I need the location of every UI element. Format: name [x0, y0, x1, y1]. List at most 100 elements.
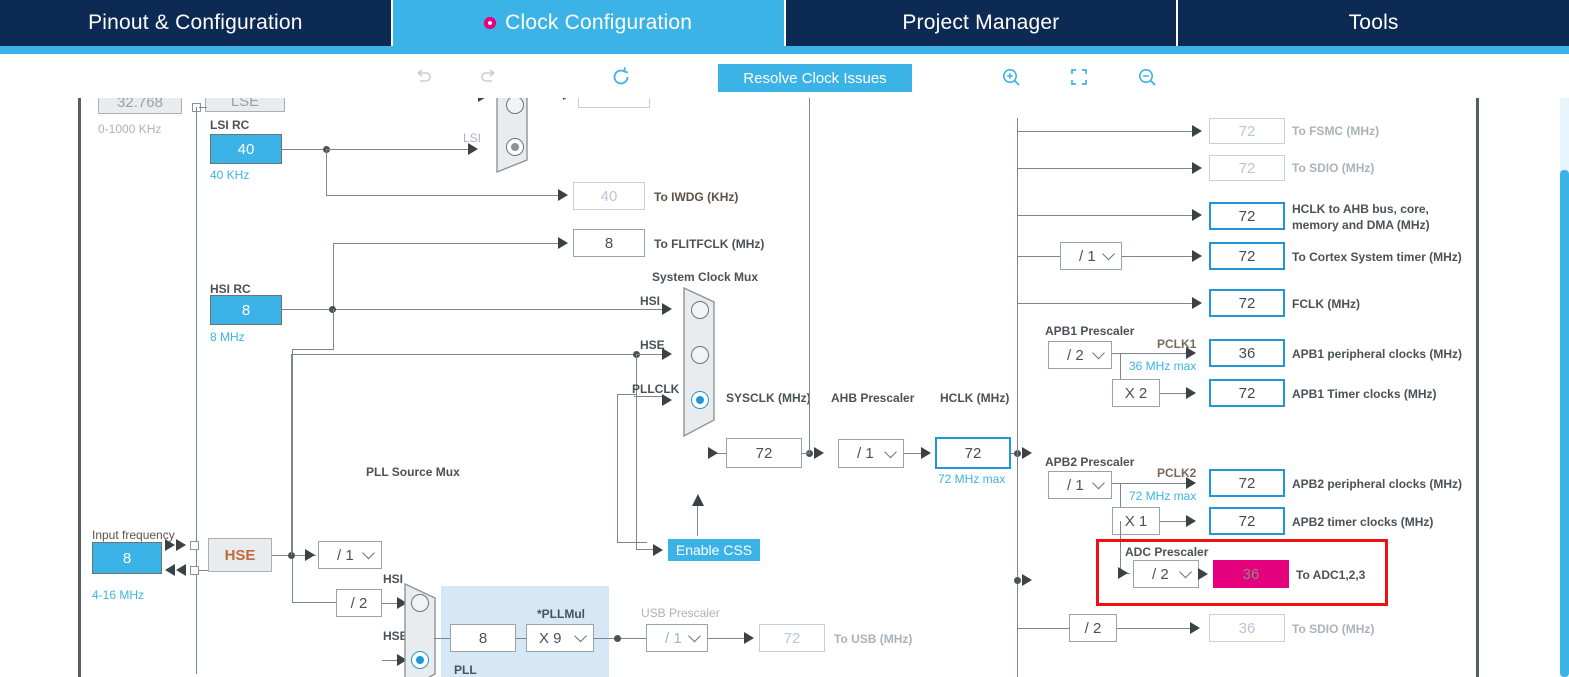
wire: [291, 354, 292, 555]
hclk-ahb-label-line2: memory and DMA (MHz): [1292, 218, 1430, 232]
wire-hsi-to-sysmux: [282, 309, 668, 310]
lse-block[interactable]: LSE: [205, 98, 285, 112]
arrow: [1190, 622, 1200, 634]
wire-lsi-to-rtcmux: [326, 149, 476, 150]
wire: [1120, 521, 1121, 573]
arrow: [1022, 574, 1032, 586]
to-sdio-top-label: To SDIO (MHz): [1292, 161, 1375, 175]
to-adc-value-field[interactable]: 36: [1213, 560, 1289, 588]
pll-block-label: PLL: [454, 663, 477, 677]
adc-prescaler-select[interactable]: / 2: [1133, 560, 1199, 588]
wire: [617, 394, 618, 542]
to-sdio-top-value-field[interactable]: 72: [1209, 155, 1285, 181]
wire: [333, 243, 334, 309]
wire: [282, 149, 327, 150]
to-fsmc-value-field[interactable]: 72: [1209, 118, 1285, 144]
wire-to-sdio-top: [1017, 168, 1197, 169]
pllmux-input-hsi-label: HSI: [383, 572, 404, 586]
arrow: [744, 632, 754, 644]
arrow: [1192, 209, 1202, 221]
apb1-timer-value-field[interactable]: 72: [1209, 379, 1285, 407]
wire-to-hclk-ahb: [1017, 215, 1197, 216]
hse-terminal-out[interactable]: [190, 566, 199, 575]
apb1-peripheral-value-field[interactable]: 36: [1209, 339, 1285, 367]
lse-input-frequency-field[interactable]: 32.768: [98, 98, 182, 114]
vertical-scrollbar-thumb[interactable]: [1560, 170, 1569, 677]
fclk-label: FCLK (MHz): [1292, 297, 1360, 311]
apb2-peripheral-value-field[interactable]: 72: [1209, 469, 1285, 497]
sdio-bottom-divider: / 2: [1069, 614, 1117, 642]
hse-divider-select[interactable]: / 1: [318, 541, 382, 569]
usb-prescaler-select[interactable]: / 1: [646, 624, 708, 652]
arrow: [814, 447, 824, 459]
to-sdio-bottom-value-field[interactable]: 36: [1209, 614, 1285, 642]
rtc-output-field[interactable]: [578, 98, 650, 108]
wire: [516, 638, 526, 639]
rtcmux-option-lsi[interactable]: [506, 138, 524, 156]
arrow: [1186, 477, 1196, 489]
wire-to-fsmc: [1017, 131, 1197, 132]
fclk-value-field[interactable]: 72: [1209, 289, 1285, 317]
arrow: [165, 564, 175, 576]
redo-icon[interactable]: [474, 62, 504, 92]
ahb-prescaler-select[interactable]: / 1: [838, 439, 904, 468]
arrow: [1192, 250, 1202, 262]
pllmul-select[interactable]: X 9: [526, 624, 594, 652]
cortex-timer-value-field[interactable]: 72: [1209, 242, 1285, 270]
clock-tree-canvas[interactable]: 32.768 0-1000 KHz LSE LSI RC 40 40 KHz L…: [0, 98, 1569, 677]
sysmux-option-hsi[interactable]: [691, 301, 709, 319]
pllmux-option-hsi[interactable]: [411, 594, 429, 612]
tab-label: Clock Configuration: [505, 11, 693, 34]
pll-hsi-divider[interactable]: / 2: [336, 589, 382, 617]
sysmux-option-pllclk[interactable]: [691, 391, 709, 409]
arrow: [1192, 297, 1202, 309]
hclk-value-field[interactable]: 72: [935, 437, 1011, 469]
hse-terminal-in[interactable]: [190, 541, 199, 550]
to-usb-value-field[interactable]: 72: [759, 624, 825, 652]
zoom-in-icon[interactable]: [996, 62, 1026, 92]
pll-input-value-field[interactable]: 8: [450, 624, 516, 652]
wire: [1117, 628, 1195, 629]
wire: [697, 506, 698, 536]
input-frequency-field[interactable]: 8: [92, 542, 162, 574]
system-clock-mux-title: System Clock Mux: [652, 270, 759, 284]
input-frequency-range-label: 4-16 MHz: [92, 588, 145, 602]
arrow: [1118, 567, 1128, 579]
enable-css-button[interactable]: Enable CSS: [668, 539, 760, 561]
lsi-rc-unit-label: 40 KHz: [210, 168, 250, 182]
cortex-timer-divider-select[interactable]: / 1: [1060, 242, 1122, 270]
to-usb-label: To USB (MHz): [834, 632, 913, 646]
apb2-prescaler-select[interactable]: / 1: [1048, 471, 1112, 499]
apb1-prescaler-select[interactable]: / 2: [1048, 341, 1112, 369]
refresh-icon[interactable]: [606, 62, 636, 92]
fit-to-screen-icon[interactable]: [1064, 62, 1094, 92]
undo-icon[interactable]: [408, 62, 438, 92]
to-iwdg-value-field[interactable]: 40: [573, 182, 645, 210]
tab-clock-configuration[interactable]: Clock Configuration: [392, 0, 786, 46]
wire: [617, 542, 647, 543]
hse-block[interactable]: HSE: [208, 538, 272, 572]
wire-lse-trunk: [196, 107, 197, 674]
to-iwdg-label: To IWDG (KHz): [654, 190, 739, 204]
ahb-prescaler-title: AHB Prescaler: [831, 391, 915, 405]
to-flitfclk-value-field[interactable]: 8: [573, 229, 645, 257]
hclk-ahb-value-field[interactable]: 72: [1209, 202, 1285, 230]
pllmux-option-hse[interactable]: [411, 651, 429, 669]
lsi-rc-value-field[interactable]: 40: [210, 134, 282, 164]
zoom-out-icon[interactable]: [1132, 62, 1162, 92]
hsi-rc-value-field[interactable]: 8: [210, 295, 282, 325]
arrow: [176, 564, 186, 576]
resolve-clock-issues-label: Resolve Clock Issues: [743, 69, 887, 87]
sysmux-option-hse[interactable]: [691, 346, 709, 364]
wire: [292, 349, 293, 602]
apb2-prescaler-title: APB2 Prescaler: [1045, 455, 1135, 469]
arrow: [558, 237, 568, 249]
sysclk-value-field[interactable]: 72: [726, 438, 802, 468]
tab-project-manager[interactable]: Project Manager: [785, 0, 1179, 46]
apb2-timer-value-field[interactable]: 72: [1209, 507, 1285, 535]
tab-pinout-configuration[interactable]: Pinout & Configuration: [0, 0, 393, 46]
wire: [333, 309, 334, 349]
tab-tools[interactable]: Tools: [1178, 0, 1569, 46]
wire: [802, 453, 810, 454]
resolve-clock-issues-button[interactable]: Resolve Clock Issues: [718, 64, 912, 92]
